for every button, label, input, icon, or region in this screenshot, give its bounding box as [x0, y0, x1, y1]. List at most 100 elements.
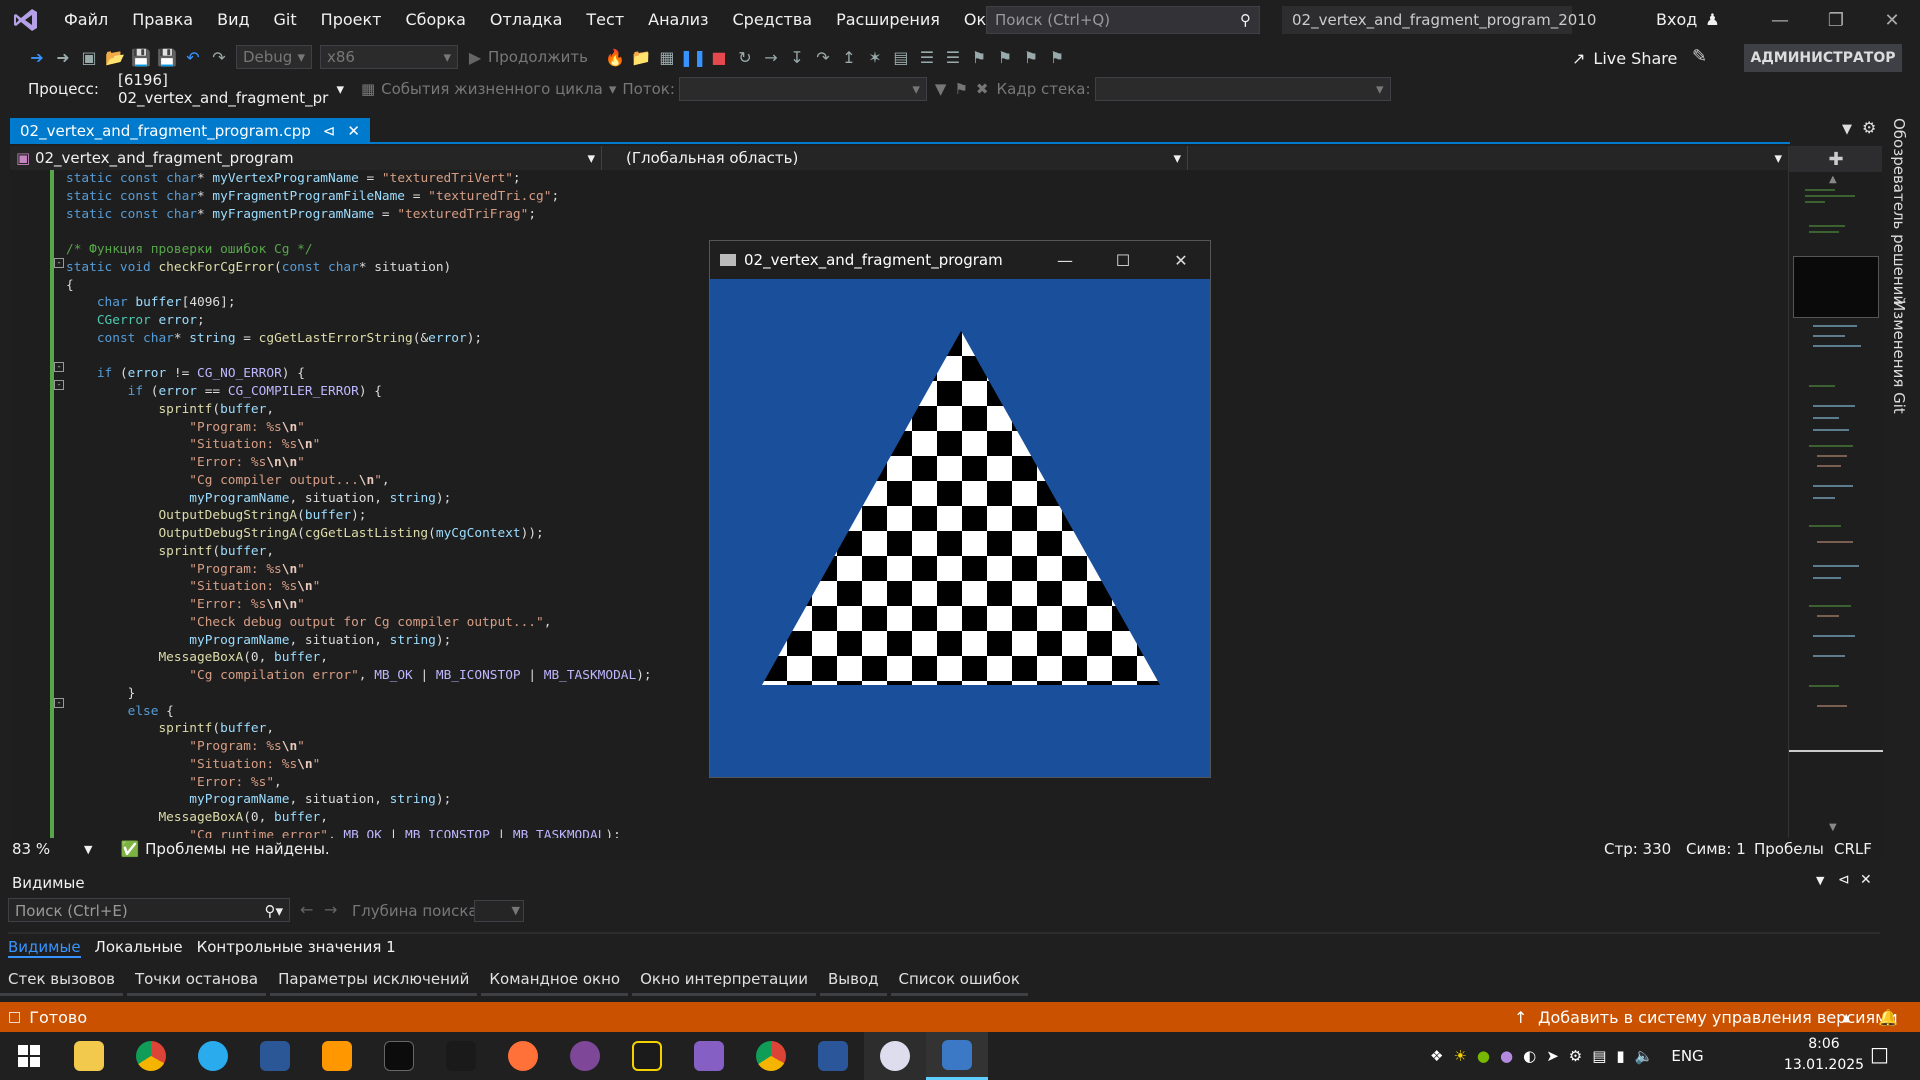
- photo-app-icon[interactable]: [616, 1032, 678, 1080]
- menu-test[interactable]: Тест: [574, 0, 636, 40]
- git-changes-tab[interactable]: Изменения Git: [1890, 300, 1908, 414]
- line-indicator[interactable]: Стр: 330: [1604, 840, 1671, 858]
- pin-icon[interactable]: ⊲: [317, 122, 342, 140]
- menu-extensions[interactable]: Расширения: [824, 0, 952, 40]
- chrome-icon[interactable]: [120, 1032, 182, 1080]
- maximize-button[interactable]: ☐: [1094, 241, 1152, 279]
- redo-icon[interactable]: ↷: [206, 44, 232, 70]
- firefox-icon[interactable]: [492, 1032, 554, 1080]
- bookmark-icon[interactable]: ⚑: [966, 44, 992, 70]
- tray-app-icon[interactable]: ❖: [1430, 1047, 1443, 1065]
- process-select[interactable]: [6196] 02_vertex_and_fragment_pr ▾: [110, 71, 351, 107]
- restart-icon[interactable]: ↻: [732, 44, 758, 70]
- back-icon[interactable]: ➔: [24, 44, 50, 70]
- menu-edit[interactable]: Правка: [120, 0, 205, 40]
- step-into-icon[interactable]: ↧: [784, 44, 810, 70]
- thread-select[interactable]: ▾: [678, 77, 927, 101]
- show-next-statement-icon[interactable]: →: [758, 44, 784, 70]
- notification-center-icon[interactable]: □: [1870, 1042, 1889, 1066]
- pause-icon[interactable]: ❚❚: [680, 44, 707, 70]
- menu-build[interactable]: Сборка: [393, 0, 477, 40]
- screenshot-icon[interactable]: ▦: [654, 44, 680, 70]
- pin-icon[interactable]: ⊲: [1838, 872, 1850, 888]
- telegram-icon[interactable]: [182, 1032, 244, 1080]
- tab-error-list[interactable]: Список ошибок: [890, 966, 1028, 996]
- sublime-text-icon[interactable]: [306, 1032, 368, 1080]
- zoom-select[interactable]: 83 %: [12, 840, 84, 858]
- windows-start-icon[interactable]: [0, 1032, 58, 1080]
- tag-icon[interactable]: ✖: [976, 80, 989, 98]
- tor-tray-icon[interactable]: ●: [1500, 1047, 1513, 1065]
- flag-icon[interactable]: ⚑: [954, 80, 967, 98]
- battery-icon[interactable]: ▮: [1616, 1047, 1624, 1065]
- search-depth-select[interactable]: ▼: [474, 900, 524, 922]
- network-icon[interactable]: ▤: [1592, 1047, 1606, 1065]
- app-title-bar[interactable]: 02_vertex_and_fragment_program — ☐ ✕: [710, 241, 1210, 279]
- feedback-icon[interactable]: ✎: [1692, 46, 1707, 67]
- scroll-down-icon[interactable]: ▼: [1829, 822, 1837, 833]
- undo-icon[interactable]: ↶: [180, 44, 206, 70]
- minimize-button[interactable]: —: [1752, 0, 1808, 40]
- tab-command-window[interactable]: Командное окно: [481, 966, 629, 996]
- forward-icon[interactable]: →: [324, 900, 337, 919]
- open-file-icon[interactable]: 📂: [102, 44, 128, 70]
- tor-icon[interactable]: [554, 1032, 616, 1080]
- scribus-icon[interactable]: [430, 1032, 492, 1080]
- close-button[interactable]: ✕: [1864, 0, 1920, 40]
- platform-select[interactable]: x86 ▾: [320, 45, 458, 69]
- tab-cpp-file[interactable]: 02_vertex_and_fragment_program.cpp ⊲ ✕: [10, 118, 370, 144]
- opengl-app-icon[interactable]: [926, 1032, 988, 1080]
- folder-icon[interactable]: 📁: [628, 44, 654, 70]
- steam-icon[interactable]: ⚙: [1569, 1047, 1582, 1065]
- uncomment-icon[interactable]: ☰: [940, 44, 966, 70]
- half-circle-icon[interactable]: ◐: [1523, 1047, 1536, 1065]
- live-share-button[interactable]: ↗ Live Share: [1572, 44, 1677, 72]
- close-button[interactable]: ✕: [1152, 241, 1210, 279]
- tab-call-stack[interactable]: Стек вызовов: [0, 966, 123, 996]
- close-icon[interactable]: ✕: [341, 122, 366, 140]
- clear-bookmarks-icon[interactable]: ⚑: [1044, 44, 1070, 70]
- minimize-button[interactable]: —: [1036, 241, 1094, 279]
- minimap-viewport[interactable]: [1793, 256, 1879, 318]
- menu-analyze[interactable]: Анализ: [636, 0, 720, 40]
- filter-icon[interactable]: ▼: [935, 80, 947, 98]
- stop-icon[interactable]: ■: [706, 44, 732, 70]
- eol-indicator[interactable]: CRLF: [1834, 840, 1872, 858]
- menu-debug[interactable]: Отладка: [478, 0, 574, 40]
- tab-autos[interactable]: Видимые: [8, 938, 81, 958]
- next-bookmark-icon[interactable]: ⚑: [1018, 44, 1044, 70]
- threads-icon[interactable]: ✶: [862, 44, 888, 70]
- visual-studio-icon[interactable]: [678, 1032, 740, 1080]
- continue-button[interactable]: Продолжить: [488, 48, 588, 66]
- close-icon[interactable]: ✕: [1860, 872, 1872, 888]
- gear-icon[interactable]: ⚙: [1862, 118, 1876, 137]
- comment-icon[interactable]: ☰: [914, 44, 940, 70]
- notifications-bell-icon[interactable]: 🔔: [1878, 1008, 1898, 1027]
- tab-watch1[interactable]: Контрольные значения 1: [197, 938, 396, 958]
- minimap[interactable]: ✚ ▲ ▼: [1788, 146, 1883, 838]
- telegram-tray-icon[interactable]: ➤: [1546, 1047, 1559, 1065]
- split-icon[interactable]: ✚: [1789, 146, 1883, 172]
- opengl-app-window[interactable]: 02_vertex_and_fragment_program — ☐ ✕: [709, 240, 1211, 778]
- panel-search-input[interactable]: Поиск (Ctrl+E) ⚲▾: [8, 898, 290, 922]
- save-icon[interactable]: 💾: [128, 44, 154, 70]
- tab-overflow-icon[interactable]: ▼: [1842, 122, 1852, 137]
- panel-options-icon[interactable]: ▼: [1816, 874, 1824, 887]
- menu-tools[interactable]: Средства: [720, 0, 824, 40]
- volume-icon[interactable]: 🔈: [1635, 1047, 1654, 1065]
- nvidia-icon[interactable]: ●: [1477, 1047, 1490, 1065]
- col-indicator[interactable]: Симв: 1: [1686, 840, 1746, 858]
- config-select[interactable]: Debug ▾: [236, 45, 312, 69]
- tab-immediate-window[interactable]: Окно интерпретации: [632, 966, 816, 996]
- play-icon[interactable]: ▶: [462, 44, 488, 70]
- language-indicator[interactable]: ENG: [1671, 1047, 1703, 1065]
- save-all-icon[interactable]: 💾: [154, 44, 180, 70]
- step-out-icon[interactable]: ↥: [836, 44, 862, 70]
- menu-project[interactable]: Проект: [309, 0, 394, 40]
- file-explorer-icon[interactable]: [58, 1032, 120, 1080]
- tab-locals[interactable]: Локальные: [95, 938, 183, 958]
- stackframe-select[interactable]: ▾: [1094, 77, 1391, 101]
- collapse-icon[interactable]: -: [54, 380, 64, 390]
- scope-select[interactable]: (Глобальная область) ▾: [602, 146, 1188, 170]
- powershell-icon[interactable]: [244, 1032, 306, 1080]
